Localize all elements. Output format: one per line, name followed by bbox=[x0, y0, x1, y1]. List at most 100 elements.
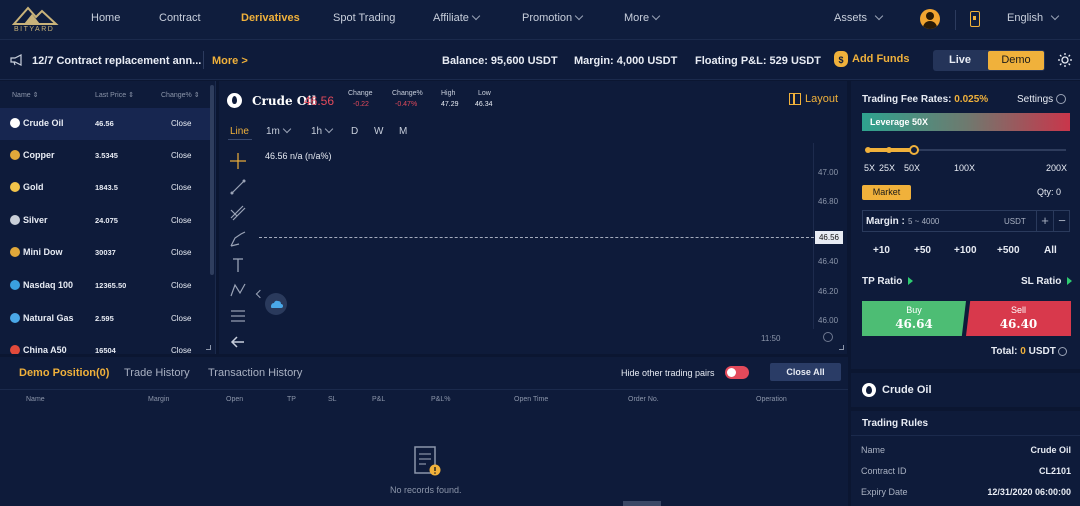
language-select[interactable]: English bbox=[1007, 11, 1060, 24]
resize-handle[interactable] bbox=[206, 345, 211, 350]
chevron-down-icon bbox=[282, 124, 292, 134]
lev-5x[interactable]: 5X bbox=[864, 163, 875, 173]
nav-home[interactable]: Home bbox=[91, 12, 120, 24]
text-tool-icon[interactable] bbox=[229, 256, 247, 274]
nav-spot-trading[interactable]: Spot Trading bbox=[333, 12, 395, 24]
tab-transaction-history[interactable]: Transaction History bbox=[208, 367, 302, 379]
col-order-no: Order No. bbox=[628, 396, 659, 403]
oil-drop-icon bbox=[10, 118, 20, 128]
sell-button[interactable]: Sell 46.40 bbox=[966, 301, 1071, 336]
horizontal-scrollbar[interactable] bbox=[623, 501, 661, 506]
sl-ratio-button[interactable]: SL Ratio bbox=[1021, 276, 1073, 287]
tf-1h[interactable]: 1h bbox=[311, 124, 334, 137]
demo-tab[interactable]: Demo bbox=[988, 51, 1044, 70]
market-order-button[interactable]: Market bbox=[862, 185, 911, 200]
lev-100x[interactable]: 100X bbox=[954, 163, 975, 173]
margin-field: Margin : USDT + − bbox=[862, 210, 1070, 232]
tf-1m[interactable]: 1m bbox=[266, 124, 292, 137]
margin-minus-button[interactable]: − bbox=[1053, 211, 1070, 231]
tf-day[interactable]: D bbox=[351, 126, 358, 137]
rule-value: CL2101 bbox=[1038, 466, 1071, 476]
col-header-name[interactable]: Name ⇕ bbox=[12, 91, 38, 99]
col-name: Name bbox=[26, 396, 45, 403]
tf-month[interactable]: M bbox=[399, 126, 407, 137]
brush-icon[interactable] bbox=[229, 230, 247, 248]
chevron-down-icon bbox=[471, 11, 481, 21]
market-row-mini-dow[interactable]: Mini Dow 30037 Close bbox=[0, 237, 210, 269]
rule-key: Expiry Date bbox=[861, 487, 908, 497]
market-row-gold[interactable]: Gold 1843.5 Close bbox=[0, 172, 210, 204]
margin-label: Margin : bbox=[866, 216, 905, 227]
tp-ratio-button[interactable]: TP Ratio bbox=[862, 276, 914, 287]
margin-input[interactable] bbox=[908, 213, 1018, 229]
nav-contract[interactable]: Contract bbox=[159, 12, 201, 24]
slider-stop[interactable] bbox=[886, 147, 892, 153]
chevron-left-icon[interactable] bbox=[255, 289, 265, 299]
lev-50x[interactable]: 50X bbox=[904, 163, 920, 173]
y-tick-label: 46.80 bbox=[818, 197, 839, 206]
leverage-slider-handle[interactable] bbox=[909, 145, 919, 155]
market-row-nasdaq-100[interactable]: Nasdaq 100 12365.50 Close bbox=[0, 270, 210, 302]
sl-ratio-label: SL Ratio bbox=[1021, 276, 1062, 287]
market-price: 3.5345 bbox=[95, 151, 118, 160]
quick-add-500[interactable]: +500 bbox=[997, 245, 1020, 256]
buy-button[interactable]: Buy 46.64 bbox=[862, 301, 966, 336]
announcement-more-link[interactable]: More > bbox=[212, 55, 248, 67]
market-row-china-a50[interactable]: China A50 16504 Close bbox=[0, 335, 210, 354]
market-status: Close bbox=[171, 346, 192, 354]
trend-line-icon[interactable] bbox=[229, 178, 247, 196]
nav-assets[interactable]: Assets bbox=[834, 11, 884, 24]
live-tab[interactable]: Live bbox=[933, 50, 987, 71]
hide-pairs-toggle[interactable] bbox=[725, 366, 749, 379]
nav-affiliate-label: Affiliate bbox=[433, 12, 469, 24]
nav-more[interactable]: More bbox=[624, 11, 661, 24]
sun-theme-icon[interactable] bbox=[1058, 53, 1072, 67]
measure-tool-icon[interactable] bbox=[229, 307, 247, 325]
crosshair-icon[interactable] bbox=[229, 152, 247, 170]
nav-promotion[interactable]: Promotion bbox=[522, 11, 584, 24]
cloud-icon[interactable] bbox=[265, 293, 287, 315]
col-header-price[interactable]: Last Price ⇕ bbox=[95, 91, 134, 99]
balance-value: Balance: 95,600 USDT bbox=[442, 55, 558, 67]
quick-all[interactable]: All bbox=[1044, 245, 1057, 256]
y-tick-label: 46.20 bbox=[818, 287, 839, 296]
add-funds-button[interactable]: $ Add Funds bbox=[834, 51, 909, 67]
market-row-silver[interactable]: Silver 24.075 Close bbox=[0, 205, 210, 237]
tf-week[interactable]: W bbox=[374, 126, 383, 137]
total-value: Total: 0 USDT bbox=[991, 346, 1067, 357]
slider-stop[interactable] bbox=[865, 147, 871, 153]
announcement-text[interactable]: 12/7 Contract replacement ann... bbox=[32, 55, 201, 67]
pattern-tool-icon[interactable] bbox=[229, 281, 247, 299]
tab-trade-history[interactable]: Trade History bbox=[124, 367, 190, 379]
clock-icon[interactable] bbox=[1057, 346, 1067, 356]
lev-25x[interactable]: 25X bbox=[879, 163, 895, 173]
layout-button[interactable]: Layout bbox=[789, 93, 838, 106]
fib-tool-icon[interactable] bbox=[229, 204, 247, 222]
stat-low-value: 46.34 bbox=[475, 101, 493, 108]
margin-plus-button[interactable]: + bbox=[1036, 211, 1053, 231]
market-list-scrollbar[interactable] bbox=[210, 85, 214, 275]
close-all-button[interactable]: Close All bbox=[770, 363, 841, 381]
market-row-crude-oil[interactable]: Crude Oil 46.56 Close bbox=[0, 108, 210, 140]
order-panel: Trading Fee Rates: 0.025% Settings Lever… bbox=[851, 81, 1080, 506]
lev-200x[interactable]: 200X bbox=[1046, 163, 1067, 173]
settings-label: Settings bbox=[1017, 94, 1054, 105]
mobile-app-icon[interactable] bbox=[970, 11, 980, 27]
col-header-change[interactable]: Change% ⇕ bbox=[161, 91, 200, 99]
chart-settings-icon[interactable] bbox=[823, 332, 833, 342]
market-row-copper[interactable]: Copper 3.5345 Close bbox=[0, 140, 210, 172]
arrow-left-icon[interactable] bbox=[229, 333, 247, 351]
tf-line[interactable]: Line bbox=[230, 126, 249, 137]
resize-handle[interactable] bbox=[839, 345, 844, 350]
quick-add-10[interactable]: +10 bbox=[873, 245, 890, 256]
user-avatar-icon[interactable] bbox=[920, 9, 940, 29]
nav-derivatives[interactable]: Derivatives bbox=[241, 12, 300, 24]
market-row-natural-gas[interactable]: Natural Gas 2.595 Close bbox=[0, 303, 210, 335]
quick-add-50[interactable]: +50 bbox=[914, 245, 931, 256]
quick-add-100[interactable]: +100 bbox=[954, 245, 977, 256]
settings-button[interactable]: Settings bbox=[1017, 94, 1067, 105]
bityard-logo[interactable]: BITYARD bbox=[10, 4, 60, 36]
nav-affiliate[interactable]: Affiliate bbox=[433, 11, 481, 24]
tab-demo-position[interactable]: Demo Position(0) bbox=[19, 367, 109, 379]
sell-price: 46.40 bbox=[999, 317, 1038, 331]
